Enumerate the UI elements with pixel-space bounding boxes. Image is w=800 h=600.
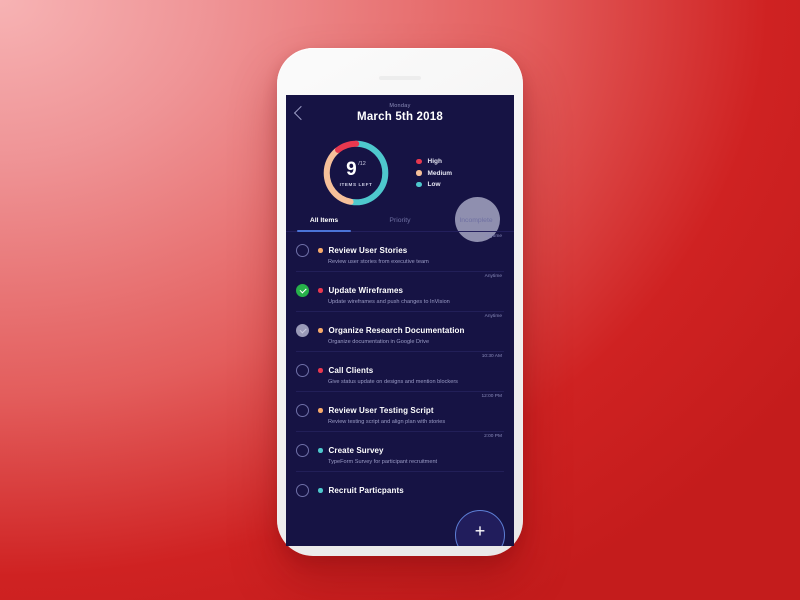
task-time: Anytime: [484, 314, 502, 319]
task-row-main: Update Wireframes: [296, 284, 504, 297]
task-title: Update Wireframes: [328, 286, 404, 295]
priority-dot: [318, 368, 323, 373]
app-screen: Monday March 5th 2018 9 /12 ITEMS LEFT H…: [286, 95, 514, 546]
header-weekday: Monday: [389, 103, 411, 109]
task-checkbox[interactable]: [296, 284, 309, 297]
task-subtitle: Review user stories from executive team: [328, 259, 429, 265]
tab-all-items[interactable]: All Items: [286, 211, 362, 232]
items-left-donut-chart: 9 /12 ITEMS LEFT: [322, 139, 390, 207]
task-checkbox[interactable]: [296, 324, 309, 337]
legend-item-medium: Medium: [416, 170, 452, 177]
task-row[interactable]: 10:30 AM Call Clients Give status update o…: [296, 352, 504, 392]
task-checkbox[interactable]: [296, 484, 309, 497]
task-title: Call Clients: [328, 366, 374, 375]
add-task-fab[interactable]: +: [455, 510, 505, 546]
priority-legend: High Medium Low: [416, 154, 452, 193]
priority-dot: [318, 488, 323, 493]
items-left-count-row: 9 /12: [346, 160, 366, 179]
priority-dot: [318, 328, 323, 333]
task-checkbox[interactable]: [296, 364, 309, 377]
task-list: Anytime Review User Stories Review user st…: [286, 232, 514, 503]
task-title: Create Survey: [328, 446, 384, 455]
priority-dot: [318, 408, 323, 413]
task-title: Organize Research Documentation: [328, 326, 465, 335]
items-left-caption: ITEMS LEFT: [339, 181, 373, 187]
task-time: 12:00 PM: [481, 394, 502, 399]
task-title: Review User Testing Script: [328, 406, 434, 415]
task-row[interactable]: Anytime Organize Research Documentation Or…: [296, 312, 504, 352]
task-time: Anytime: [484, 274, 502, 279]
legend-dot-high: [416, 158, 422, 165]
task-row[interactable]: 12:00 PM Review User Testing Script Review…: [296, 392, 504, 432]
task-title: Recruit Particpants: [328, 486, 404, 495]
task-subtitle: Organize documentation in Google Drive: [328, 339, 430, 345]
legend-label-low: Low: [427, 181, 441, 188]
items-left-total: /12: [358, 160, 366, 167]
tab-bar: All Items Priority Incomplete: [286, 211, 514, 232]
task-time: 10:30 AM: [481, 354, 502, 359]
header-date: March 5th 2018: [357, 111, 443, 123]
task-row[interactable]: Recruit Particpants: [296, 472, 504, 503]
tab-incomplete[interactable]: Incomplete: [438, 211, 514, 231]
legend-dot-medium: [416, 170, 422, 176]
task-row-main: Review User Stories: [296, 244, 504, 257]
earpiece-speaker: [379, 76, 421, 80]
task-subtitle: Update wireframes and push changes to In…: [328, 299, 450, 305]
legend-label-medium: Medium: [427, 169, 453, 177]
task-row-main: Call Clients: [296, 364, 504, 377]
legend-item-high: High: [416, 158, 452, 165]
task-time: 2:00 PM: [484, 434, 502, 439]
tab-priority[interactable]: Priority: [362, 211, 438, 231]
donut-center-label: 9 /12 ITEMS LEFT: [322, 139, 390, 207]
priority-dot: [318, 448, 323, 453]
priority-dot: [318, 248, 323, 253]
task-subtitle: Give status update on designs and mentio…: [328, 379, 458, 385]
task-checkbox[interactable]: [296, 244, 309, 257]
legend-item-low: Low: [416, 181, 452, 188]
task-time: Anytime: [484, 234, 502, 239]
task-subtitle: TypeForm Survey for participant recruitm…: [328, 459, 438, 465]
legend-dot-low: [416, 181, 422, 188]
task-row-main: Organize Research Documentation: [296, 324, 504, 337]
task-checkbox[interactable]: [296, 404, 309, 417]
task-row[interactable]: Anytime Update Wireframes Update wireframe…: [296, 272, 504, 312]
plus-icon: +: [474, 521, 486, 542]
legend-label-high: High: [427, 158, 442, 165]
task-row[interactable]: 2:00 PM Create Survey TypeForm Survey for …: [296, 432, 504, 472]
task-title: Review User Stories: [328, 246, 408, 255]
items-left-count: 9: [346, 158, 357, 180]
priority-dot: [318, 288, 323, 293]
app-header: Monday March 5th 2018: [286, 95, 514, 135]
task-checkbox[interactable]: [296, 444, 309, 457]
task-row[interactable]: Anytime Review User Stories Review user st…: [296, 232, 504, 272]
phone-device-frame: Monday March 5th 2018 9 /12 ITEMS LEFT H…: [277, 48, 523, 556]
task-row-main: Review User Testing Script: [296, 404, 504, 417]
task-row-main: Create Survey: [296, 444, 504, 457]
task-subtitle: Review testing script and align plan wit…: [328, 419, 446, 425]
task-row-main: Recruit Particpants: [296, 484, 504, 497]
